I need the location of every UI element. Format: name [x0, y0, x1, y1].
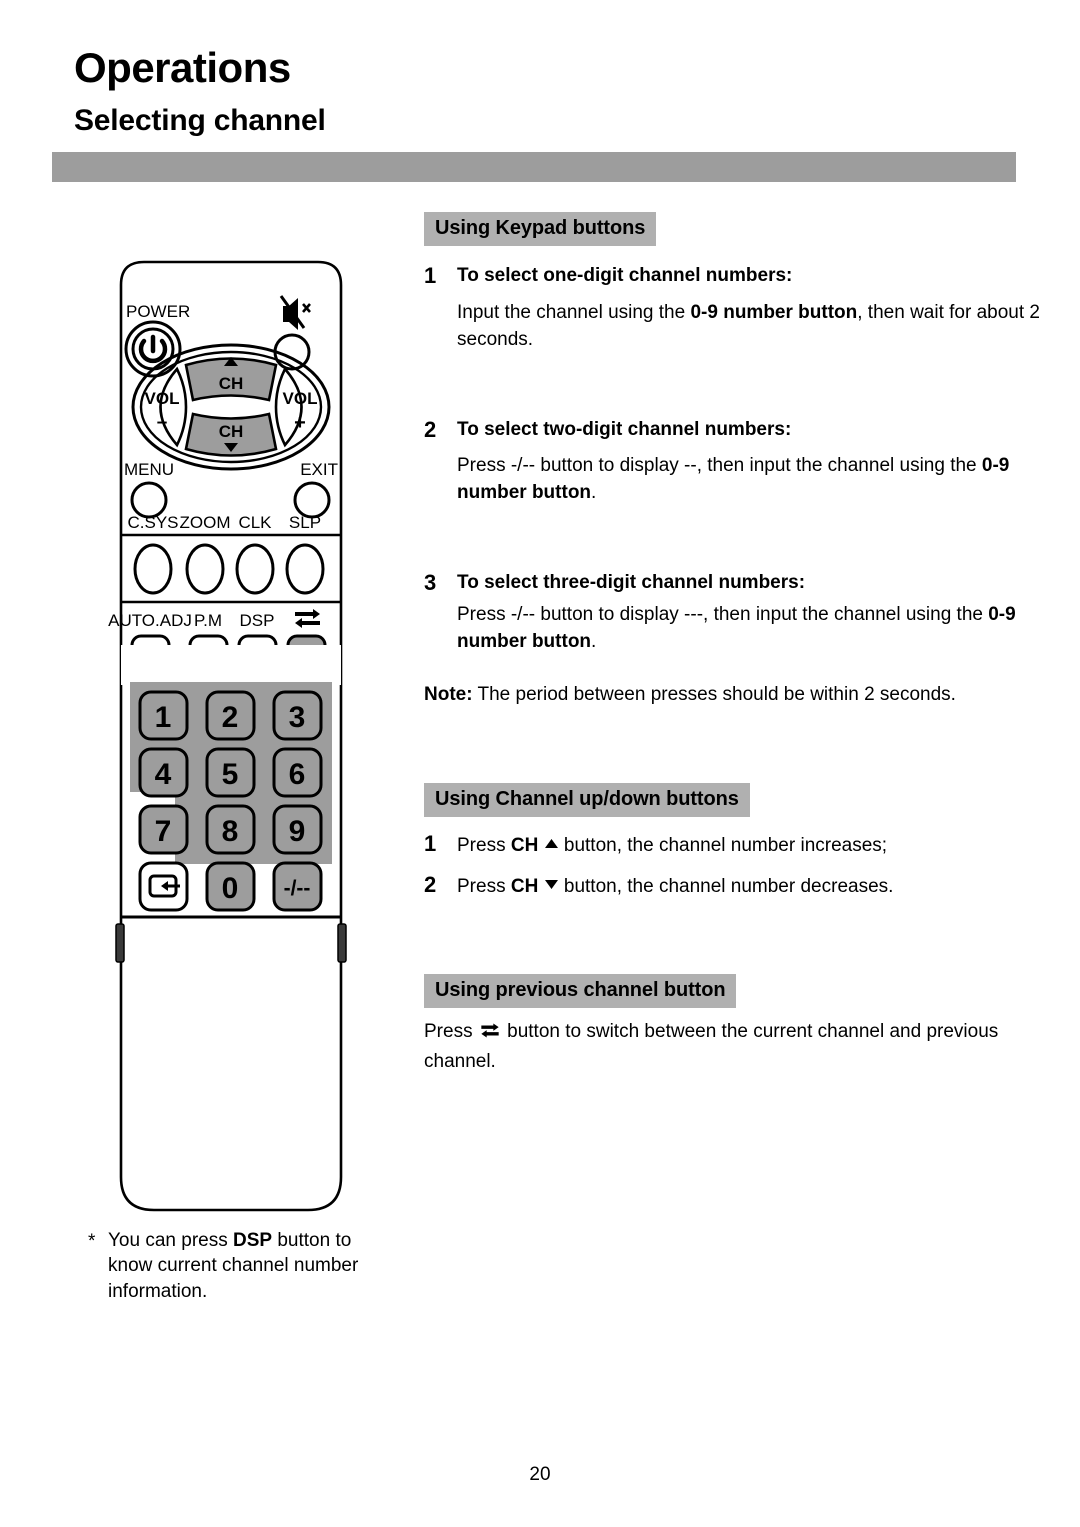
channel-updown-line-1-post: button, the channel number increases; — [558, 834, 888, 856]
clk-button[interactable] — [235, 543, 275, 595]
triangle-down-icon — [544, 872, 559, 898]
channel-updown-line-1: 1 Press CH button, the channel number inc… — [424, 831, 1048, 859]
slp-button[interactable] — [285, 543, 325, 595]
previous-channel-body: Press button to switch between the curre… — [424, 1019, 1048, 1076]
remote-label-pm: P.M — [194, 611, 222, 630]
keypad-step-1-body: Input the channel using the 0-9 number b… — [457, 300, 1048, 354]
keypad-step-3-number: 3 — [424, 570, 437, 596]
keypad-step-2: 2 To select two-digit channel numbers: P… — [424, 416, 1048, 508]
keypad-step-3-body-post: . — [591, 630, 597, 652]
footnote-body: You can press DSP button to know current… — [88, 1228, 398, 1304]
keypad-step-1: 1 To select one-digit channel numbers: I… — [424, 263, 1048, 354]
channel-updown-line-1-bold: CH — [510, 834, 539, 856]
remote-label-csys: C.SYS — [127, 513, 178, 532]
channel-updown-line-1-number: 1 — [424, 830, 437, 856]
triangle-up-icon — [544, 831, 559, 857]
footnote-bold: DSP — [233, 1230, 273, 1251]
vol-up-sign: + — [294, 412, 306, 434]
key-0-label: 0 — [222, 872, 239, 905]
vol-down-sign: – — [157, 412, 168, 433]
key-1-label: 1 — [155, 701, 172, 734]
footnote-marker: * — [88, 1231, 96, 1252]
previous-channel-body-pre: Press — [424, 1021, 478, 1043]
remote-exit-label: EXIT — [300, 460, 338, 479]
keypad-step-1-title: To select one-digit channel numbers: — [457, 265, 793, 286]
remote-side-tab-left — [115, 923, 125, 963]
keypad-step-2-body-post: . — [591, 482, 597, 504]
dpad-cluster: CH CH VOL – VOL + — [131, 343, 331, 471]
keypad-note-text: The period between presses should be wit… — [472, 683, 956, 705]
keypad-step-1-body-pre: Input the channel using the — [457, 301, 691, 323]
keypad-note-label: Note: — [424, 683, 473, 705]
keypad-note: Note: The period between presses should … — [424, 682, 1048, 709]
keypad-step-2-title: To select two-digit channel numbers: — [457, 418, 792, 440]
key-8-label: 8 — [222, 815, 239, 848]
menu-button[interactable] — [130, 481, 168, 519]
remote-side-tab-right — [337, 923, 347, 963]
channel-updown-line-1-pre: Press — [457, 834, 511, 856]
instructions-column: Using Keypad buttons 1 To select one-dig… — [424, 212, 1048, 1076]
page-number: 20 — [529, 1464, 551, 1485]
key-9-label: 9 — [289, 815, 306, 848]
keypad-step-3-body-pre: Press -/-- button to display ---, then i… — [457, 603, 989, 625]
remote-control-diagram: POWER CH CH VOL – VOL + MENU EXIT C.SYS … — [100, 252, 362, 1220]
keypad-step-1-number: 1 — [424, 263, 437, 288]
footnote: * You can press DSP button to know curre… — [88, 1228, 398, 1304]
key-5-label: 5 — [222, 758, 239, 791]
page-title: Operations — [74, 44, 291, 91]
swap-channel-icon — [295, 609, 320, 628]
zoom-button[interactable] — [185, 543, 225, 595]
ch-up-label: CH — [219, 374, 244, 393]
heading-using-channel-updown-buttons: Using Channel up/down buttons — [424, 782, 750, 817]
previous-channel-body-post: button to switch between the current cha… — [424, 1021, 999, 1073]
swap-channel-icon — [480, 1021, 500, 1049]
exit-button[interactable] — [293, 481, 331, 519]
remote-power-label: POWER — [126, 302, 190, 321]
remote-label-clk: CLK — [238, 513, 272, 532]
ch-up-button[interactable]: CH — [184, 357, 278, 402]
channel-updown-line-2: 2 Press CH button, the channel number dec… — [424, 872, 1048, 900]
enter-button[interactable] — [138, 861, 189, 912]
key-4-label: 4 — [155, 758, 172, 791]
key-dash-label: -/-- — [284, 877, 311, 900]
footnote-pre: You can press — [108, 1230, 233, 1251]
key-6-label: 6 — [289, 758, 306, 791]
vol-down-label: VOL — [145, 389, 180, 408]
channel-updown-line-2-bold: CH — [510, 876, 539, 898]
remote-label-dsp: DSP — [240, 611, 275, 630]
keypad-step-2-number: 2 — [424, 416, 437, 442]
channel-updown-line-2-pre: Press — [457, 876, 511, 898]
remote-label-zoom: ZOOM — [180, 513, 231, 532]
heading-using-keypad-buttons: Using Keypad buttons — [424, 212, 657, 246]
vol-up-label: VOL — [283, 389, 318, 408]
remote-menu-label: MENU — [124, 460, 174, 479]
key-2-label: 2 — [222, 701, 239, 734]
ch-down-button[interactable]: CH — [184, 412, 278, 457]
ch-down-label: CH — [219, 422, 244, 441]
csys-button[interactable] — [133, 543, 173, 595]
heading-using-previous-channel-button: Using previous channel button — [424, 974, 737, 1009]
channel-updown-line-2-number: 2 — [424, 872, 437, 898]
remote-label-slp: SLP — [289, 513, 321, 532]
keypad-step-3: 3 To select three-digit channel numbers:… — [424, 570, 1048, 656]
keypad-step-2-body: Press -/-- button to display --, then in… — [457, 453, 1048, 507]
key-3-label: 3 — [289, 701, 306, 734]
remote-label-autoadj: AUTO.ADJ — [108, 611, 192, 630]
header-divider-bar — [52, 152, 1016, 182]
section-title: Selecting channel — [74, 104, 326, 137]
keypad-step-3-title: To select three-digit channel numbers: — [457, 572, 806, 594]
keypad-step-3-body: Press -/-- button to display ---, then i… — [457, 602, 1048, 656]
key-7-label: 7 — [155, 815, 172, 848]
channel-updown-line-2-post: button, the channel number decreases. — [558, 876, 894, 898]
keypad-step-1-body-bold: 0-9 number button — [690, 301, 858, 323]
keypad-step-2-body-pre: Press -/-- button to display --, then in… — [457, 455, 982, 477]
